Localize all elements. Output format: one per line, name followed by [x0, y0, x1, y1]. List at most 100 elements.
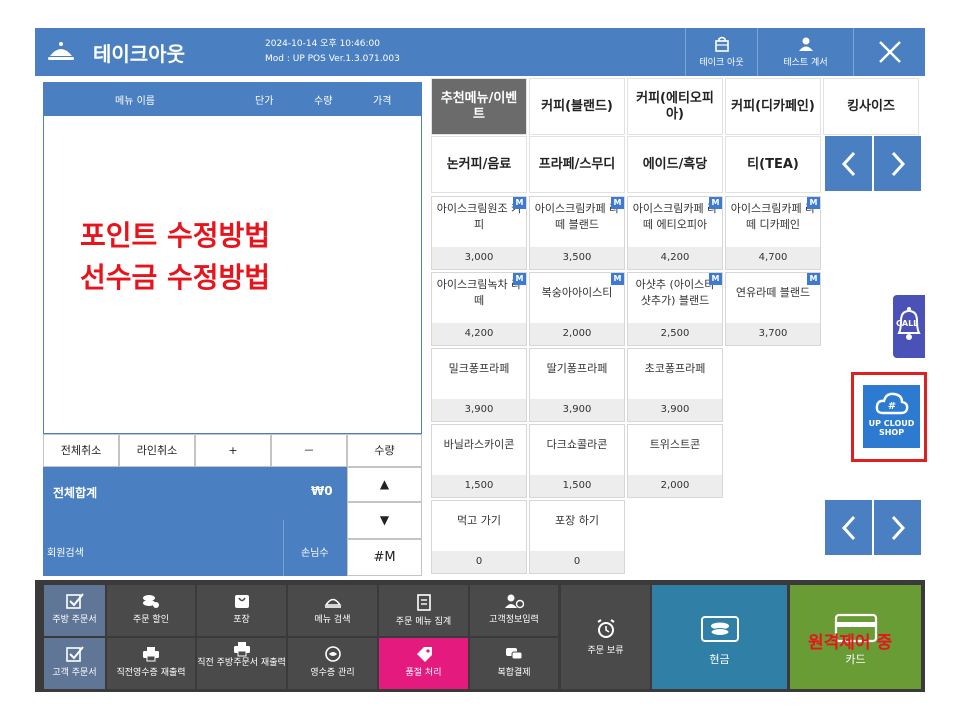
menu-next-page-button[interactable] [874, 500, 921, 555]
tab-non-coffee[interactable]: 논커피/음료 [431, 136, 527, 193]
reprint-kitchen-button[interactable]: 직전 주방주문서 재출력 [197, 638, 286, 689]
clipboard-icon [416, 594, 431, 611]
menu-item[interactable]: 복숭아아이스티 2,000 M [529, 272, 625, 346]
minus-button[interactable]: － [271, 434, 347, 467]
chat-bubbles-icon [506, 648, 523, 660]
menu-item[interactable]: 아샷추 (아이스티 샷추가) 블랜드 2,500 M [627, 272, 723, 346]
tab-tea[interactable]: 티(TEA) [725, 136, 821, 193]
menu-item-badge: M [709, 273, 722, 285]
tab-coffee-blend[interactable]: 커피(블랜드) [529, 78, 625, 135]
menu-prev-page-button[interactable] [825, 500, 872, 555]
cloud-shop-button[interactable]: # UP CLOUD SHOP [863, 385, 920, 448]
menu-item-name: 아이스크림카페 라떼 에티오피아 [632, 202, 718, 231]
customer-order-label: 고객 주문서 [52, 668, 97, 678]
order-menu-total-button[interactable]: 주문 메뉴 집계 [379, 585, 468, 636]
order-list[interactable]: 포인트 수정방법 선수금 수정방법 [43, 116, 422, 434]
chevron-right-icon [891, 515, 905, 541]
menu-item-price: 3,700 [726, 323, 820, 345]
receipt-manage-button[interactable]: 영수증 관리 [288, 638, 377, 689]
receipt-icon [324, 646, 341, 662]
plus-button[interactable]: + [195, 434, 271, 467]
menu-item-price: 2,500 [628, 323, 722, 345]
printer-icon [233, 642, 250, 657]
guest-count-label[interactable]: 손님수 [301, 544, 329, 559]
customer-info-button[interactable]: 고객정보입력 [470, 585, 558, 636]
tab-coffee-ethiopia[interactable]: 커피(에티오피아) [627, 78, 723, 135]
menu-item[interactable]: 연유라떼 블랜드 3,700 M [725, 272, 821, 346]
checkbox-icon [65, 646, 84, 662]
menu-item[interactable]: 딸기퐁프라페 3,900 [529, 348, 625, 422]
menu-item-price: 1,500 [530, 475, 624, 497]
user-account-button[interactable]: 테스트 계서 [757, 28, 853, 76]
checkbox-icon [65, 593, 84, 609]
overlay-title-line-1: 포인트 수정방법 [80, 219, 271, 252]
scroll-up-button[interactable]: ▲ [347, 467, 422, 502]
member-search-button[interactable]: 회원검색 [43, 520, 284, 576]
menu-item[interactable]: 밀크퐁프라페 3,900 [431, 348, 527, 422]
receipt-manage-label: 영수증 관리 [310, 668, 355, 678]
order-discount-label: 주문 할인 [133, 615, 169, 625]
menu-item-badge: M [709, 197, 722, 209]
tab-king-size[interactable]: 킹사이즈 [823, 78, 919, 135]
tab-frappe-smoothie[interactable]: 프라페/스무디 [529, 136, 625, 193]
cash-label: 현금 [709, 653, 730, 666]
split-payment-button[interactable]: 복합결제 [470, 638, 558, 689]
menu-item-name: 아이스크림녹차 라떼 [436, 278, 522, 307]
menu-item[interactable]: 초코퐁프라페 3,900 [627, 348, 723, 422]
packaging-button[interactable]: 포장 [197, 585, 286, 636]
menu-item-price: 4,200 [432, 323, 526, 345]
menu-item[interactable]: 트위스트콘 2,000 [627, 424, 723, 498]
tab-recommended[interactable]: 추천메뉴/이벤트 [431, 78, 527, 135]
cloud-shop-label-2: SHOP [878, 428, 905, 437]
packaging-label: 포장 [233, 615, 250, 625]
menu-item-price: 0 [530, 551, 624, 573]
menu-item[interactable]: 아이스크림원조 커피 3,000 M [431, 196, 527, 270]
call-button[interactable]: CALL [893, 295, 925, 358]
menu-item-name: 딸기퐁프라페 [546, 362, 608, 375]
menu-item[interactable]: 아이스크림카페 라떼 블랜드 3,500 M [529, 196, 625, 270]
total-label: 전체합계 [53, 486, 98, 500]
cloud-shop-label-1: UP CLOUD [868, 419, 915, 428]
quantity-button[interactable]: 수량 [347, 434, 422, 467]
close-icon [878, 41, 901, 63]
menu-item-name: 다크쇼콜라콘 [546, 438, 608, 451]
cancel-all-button[interactable]: 전체취소 [43, 434, 119, 467]
menu-item[interactable]: 다크쇼콜라콘 1,500 [529, 424, 625, 498]
category-prev-button[interactable] [825, 136, 872, 191]
reprint-receipt-label: 직전영수증 재출력 [116, 668, 186, 678]
menu-item-badge: M [611, 197, 624, 209]
takeout-button[interactable]: 테이크 아웃 [685, 28, 757, 76]
order-discount-button[interactable]: 주문 할인 [107, 585, 195, 636]
scroll-down-button[interactable]: ▼ [347, 502, 422, 539]
bag-icon [234, 595, 249, 608]
menu-item[interactable]: 아이스크림카페 라떼 디카페인 4,700 M [725, 196, 821, 270]
menu-item-price: 4,200 [628, 247, 722, 269]
printer-icon [143, 647, 159, 662]
menu-item-badge: M [807, 197, 820, 209]
order-table-header: 메뉴 이름 단가 수량 가격 [43, 82, 422, 116]
menu-item-name: 밀크퐁프라페 [448, 362, 510, 375]
column-header-qty: 수량 [314, 96, 333, 107]
member-bar: 회원검색 손님수 [43, 520, 347, 576]
customer-order-button[interactable]: 고객 주문서 [44, 638, 105, 689]
close-button[interactable] [853, 28, 925, 76]
menu-item[interactable]: 아이스크림녹차 라떼 4,200 M [431, 272, 527, 346]
tab-coffee-decaf[interactable]: 커피(디카페인) [725, 78, 821, 135]
category-next-button[interactable] [874, 136, 921, 191]
menu-item[interactable]: 바닐라스카이콘 1,500 [431, 424, 527, 498]
menu-item[interactable]: 먹고 가기 0 [431, 500, 527, 574]
menu-item[interactable]: 포장 하기 0 [529, 500, 625, 574]
menu-search-button[interactable]: 메뉴 검색 [288, 585, 377, 636]
sold-out-label: 품절 처리 [405, 668, 442, 678]
reprint-receipt-button[interactable]: 직전영수증 재출력 [107, 638, 195, 689]
tab-ade[interactable]: 에이드/흑당 [627, 136, 723, 193]
hash-m-button[interactable]: #M [347, 539, 422, 576]
sold-out-button[interactable]: 품절 처리 [379, 638, 468, 689]
order-menu-total-label: 주문 메뉴 집계 [395, 617, 452, 627]
cash-payment-button[interactable]: 현금 [652, 585, 787, 689]
hold-order-button[interactable]: 주문 보류 [561, 585, 650, 689]
cancel-line-button[interactable]: 라인취소 [119, 434, 195, 467]
menu-item[interactable]: 아이스크림카페 라떼 에티오피아 4,200 M [627, 196, 723, 270]
chevron-right-icon [891, 151, 905, 177]
kitchen-order-button[interactable]: 주방 주문서 [44, 585, 105, 636]
